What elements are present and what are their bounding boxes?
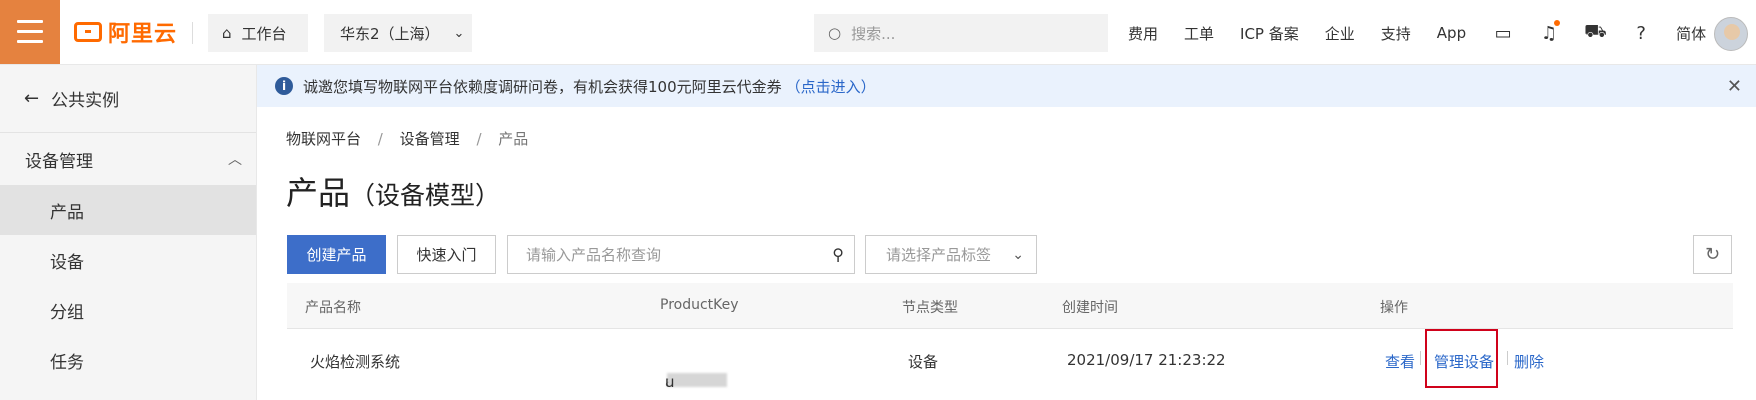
- breadcrumb: 物联网平台 / 设备管理 / 产品: [286, 128, 528, 149]
- divider: [192, 22, 193, 44]
- logo-text: 阿里云: [108, 22, 178, 47]
- avatar[interactable]: [1714, 17, 1748, 51]
- created-time-cell: 2021/09/17 21:23:22: [1067, 351, 1226, 369]
- sidebar-item-tasks[interactable]: 任务: [0, 335, 256, 385]
- notice-text: 诚邀您填写物联网平台依赖度调研问卷，有机会获得100元阿里云代金券: [303, 77, 782, 96]
- sidebar-item-label: 任务: [50, 352, 84, 373]
- sidebar-item-groups[interactable]: 分组: [0, 285, 256, 335]
- table-row: 火焰检测系统 au 设备 2021/09/17 21:23:22 查看 管理设备…: [287, 329, 1733, 391]
- chevron-down-icon: ⌄: [453, 25, 465, 41]
- region-label: 华东2（上海）: [340, 24, 440, 43]
- workbench-label: 工作台: [241, 24, 287, 43]
- aliyun-logo[interactable]: 阿里云: [74, 16, 177, 48]
- sidebar: ← 公共实例 设备管理 ︿ 产品 设备 分组 任务: [0, 65, 257, 400]
- notification-dot: [1554, 19, 1561, 26]
- nav-enterprise[interactable]: 企业: [1325, 23, 1355, 44]
- logo-icon: [74, 22, 102, 42]
- refresh-button[interactable]: ↻: [1693, 235, 1732, 274]
- nav-fees[interactable]: 费用: [1128, 23, 1158, 44]
- sidebar-item-label: 产品: [50, 202, 84, 223]
- view-link[interactable]: 查看: [1385, 351, 1415, 372]
- tag-select-placeholder: 请选择产品标签: [886, 246, 992, 264]
- node-type-cell: 设备: [908, 353, 939, 371]
- breadcrumb-item[interactable]: 物联网平台: [286, 130, 361, 148]
- redacted-key: [667, 373, 727, 387]
- breadcrumb-current: 产品: [498, 130, 529, 148]
- chevron-down-icon: ⌄: [1012, 246, 1024, 263]
- column-header: 操作: [1380, 300, 1408, 316]
- quickstart-button[interactable]: 快速入门: [397, 235, 496, 274]
- sidebar-item-label: 分组: [50, 302, 84, 323]
- product-tag-select[interactable]: 请选择产品标签 ⌄: [865, 235, 1037, 274]
- refresh-icon: ↻: [1704, 244, 1721, 265]
- search-placeholder: 搜索...: [851, 24, 896, 43]
- nav-tickets[interactable]: 工单: [1184, 23, 1214, 44]
- nav-support[interactable]: 支持: [1381, 23, 1411, 44]
- sidebar-item-devices[interactable]: 设备: [0, 235, 256, 285]
- nav-app[interactable]: App: [1437, 24, 1466, 42]
- table-header: 产品名称 ProductKey 节点类型 创建时间 操作: [287, 283, 1733, 329]
- sidebar-item-products[interactable]: 产品: [0, 185, 256, 235]
- language-select[interactable]: 简体: [1676, 23, 1706, 44]
- group-title-label: 设备管理: [25, 151, 93, 172]
- global-search-input[interactable]: ○ 搜索...: [814, 14, 1108, 52]
- sidebar-item-label: 设备: [50, 252, 84, 273]
- menu-icon-line: [17, 40, 43, 43]
- notice-bar: i 诚邀您填写物联网平台依赖度调研问卷，有机会获得100元阿里云代金券 （点击进…: [257, 65, 1756, 107]
- delete-link[interactable]: 删除: [1514, 351, 1544, 372]
- chevron-up-icon: ︿: [228, 152, 242, 168]
- close-icon[interactable]: ✕: [1727, 76, 1742, 97]
- search-icon[interactable]: ⚲: [832, 245, 844, 264]
- column-header: 产品名称: [305, 300, 361, 316]
- arrow-left-icon: ←: [24, 88, 40, 109]
- product-name-cell: 火焰检测系统: [310, 353, 401, 371]
- menu-icon-line: [17, 30, 43, 33]
- menu-icon-line: [17, 20, 43, 23]
- sidebar-group-device-management[interactable]: 设备管理 ︿: [0, 133, 256, 185]
- menu-button[interactable]: [0, 0, 60, 64]
- page-title: 产品（设备模型）: [286, 168, 500, 214]
- region-select[interactable]: 华东2（上海） ⌄: [324, 14, 472, 52]
- nav-icp[interactable]: ICP 备案: [1240, 23, 1299, 44]
- page-title-main: 产品: [286, 174, 351, 212]
- back-label: 公共实例: [51, 91, 120, 111]
- breadcrumb-separator: /: [377, 130, 383, 148]
- breadcrumb-item[interactable]: 设备管理: [400, 130, 460, 148]
- breadcrumb-separator: /: [476, 130, 482, 148]
- bell-icon[interactable]: ♫: [1538, 19, 1561, 44]
- top-bar: 阿里云 ⌂ 工作台 华东2（上海） ⌄ ○ 搜索... 费用 工单 ICP 备案…: [0, 0, 1756, 65]
- cart-icon[interactable]: ⛟: [1584, 21, 1607, 45]
- manage-devices-highlight: [1425, 329, 1498, 388]
- info-icon: i: [275, 77, 293, 95]
- back-button[interactable]: ← 公共实例: [0, 65, 256, 133]
- workbench-button[interactable]: ⌂ 工作台: [208, 14, 308, 52]
- column-header: 节点类型: [902, 300, 958, 316]
- top-nav: 费用 工单 ICP 备案 企业 支持 App ▭ ♫ ⛟ ? 简体: [1128, 14, 1732, 52]
- notice-link[interactable]: （点击进入）: [786, 76, 876, 97]
- create-product-button[interactable]: 创建产品: [287, 235, 386, 274]
- column-header: 创建时间: [1062, 300, 1118, 316]
- search-input-placeholder: 请输入产品名称查询: [526, 246, 662, 264]
- product-key-end: u: [665, 373, 675, 391]
- home-icon: ⌂: [222, 24, 232, 42]
- column-header: ProductKey: [660, 297, 739, 313]
- search-icon: ○: [828, 24, 842, 42]
- help-icon[interactable]: ?: [1630, 23, 1652, 44]
- action-separator: [1507, 351, 1508, 365]
- action-separator: [1420, 351, 1421, 365]
- page-title-sub: （设备模型）: [350, 181, 501, 210]
- terminal-icon[interactable]: ▭: [1492, 23, 1514, 44]
- product-name-search-input[interactable]: 请输入产品名称查询 ⚲: [507, 235, 855, 274]
